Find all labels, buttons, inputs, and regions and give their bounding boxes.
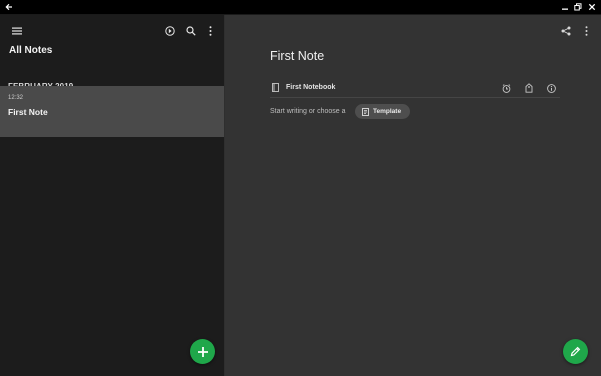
minimize-icon xyxy=(562,8,568,10)
more-vertical-icon xyxy=(209,26,211,36)
menu-icon xyxy=(12,27,22,35)
close-button[interactable] xyxy=(586,0,598,14)
notebook-selector[interactable]: First Notebook xyxy=(286,84,335,91)
sync-icon xyxy=(165,26,175,36)
tag-button[interactable] xyxy=(523,82,535,94)
note-title-field[interactable]: First Note xyxy=(270,49,324,63)
notebook-icon xyxy=(272,83,279,92)
maximize-button[interactable] xyxy=(572,0,584,14)
editor-placeholder[interactable]: Start writing or choose a xyxy=(270,108,345,115)
search-icon xyxy=(186,26,196,36)
note-time: 12:32 xyxy=(8,95,24,101)
sync-button[interactable] xyxy=(163,24,177,38)
info-button[interactable] xyxy=(545,82,557,94)
search-button[interactable] xyxy=(184,24,198,38)
reminder-icon xyxy=(502,83,510,93)
pencil-icon xyxy=(570,346,581,357)
back-button[interactable] xyxy=(3,0,15,14)
arrow-left-icon xyxy=(5,3,12,11)
editor-more-button[interactable] xyxy=(580,24,592,38)
note-editor: First Note First Notebook Start writing … xyxy=(225,15,601,376)
template-icon xyxy=(362,107,369,116)
notebook-row: First Notebook xyxy=(270,81,560,98)
plus-icon xyxy=(197,346,208,357)
share-icon xyxy=(561,26,571,36)
menu-button[interactable] xyxy=(11,25,23,37)
tag-icon xyxy=(525,83,533,93)
new-note-button[interactable] xyxy=(190,339,215,364)
note-title: First Note xyxy=(8,107,48,117)
note-list-item[interactable]: 12:32 First Note xyxy=(0,86,224,137)
template-button[interactable]: Template xyxy=(355,104,410,119)
more-vertical-icon xyxy=(585,26,587,36)
info-icon xyxy=(546,83,556,93)
share-button[interactable] xyxy=(559,24,573,38)
template-label: Template xyxy=(373,108,402,115)
reminder-button[interactable] xyxy=(500,82,512,94)
close-icon xyxy=(588,3,596,11)
edit-note-button[interactable] xyxy=(563,339,588,364)
window-titlebar xyxy=(0,0,601,15)
notes-sidebar: All Notes FEBRUARY 2019 12:32 First Note xyxy=(0,15,225,376)
page-title: All Notes xyxy=(9,45,53,56)
minimize-button[interactable] xyxy=(559,0,571,14)
maximize-icon xyxy=(574,3,582,11)
sidebar-more-button[interactable] xyxy=(204,24,216,38)
